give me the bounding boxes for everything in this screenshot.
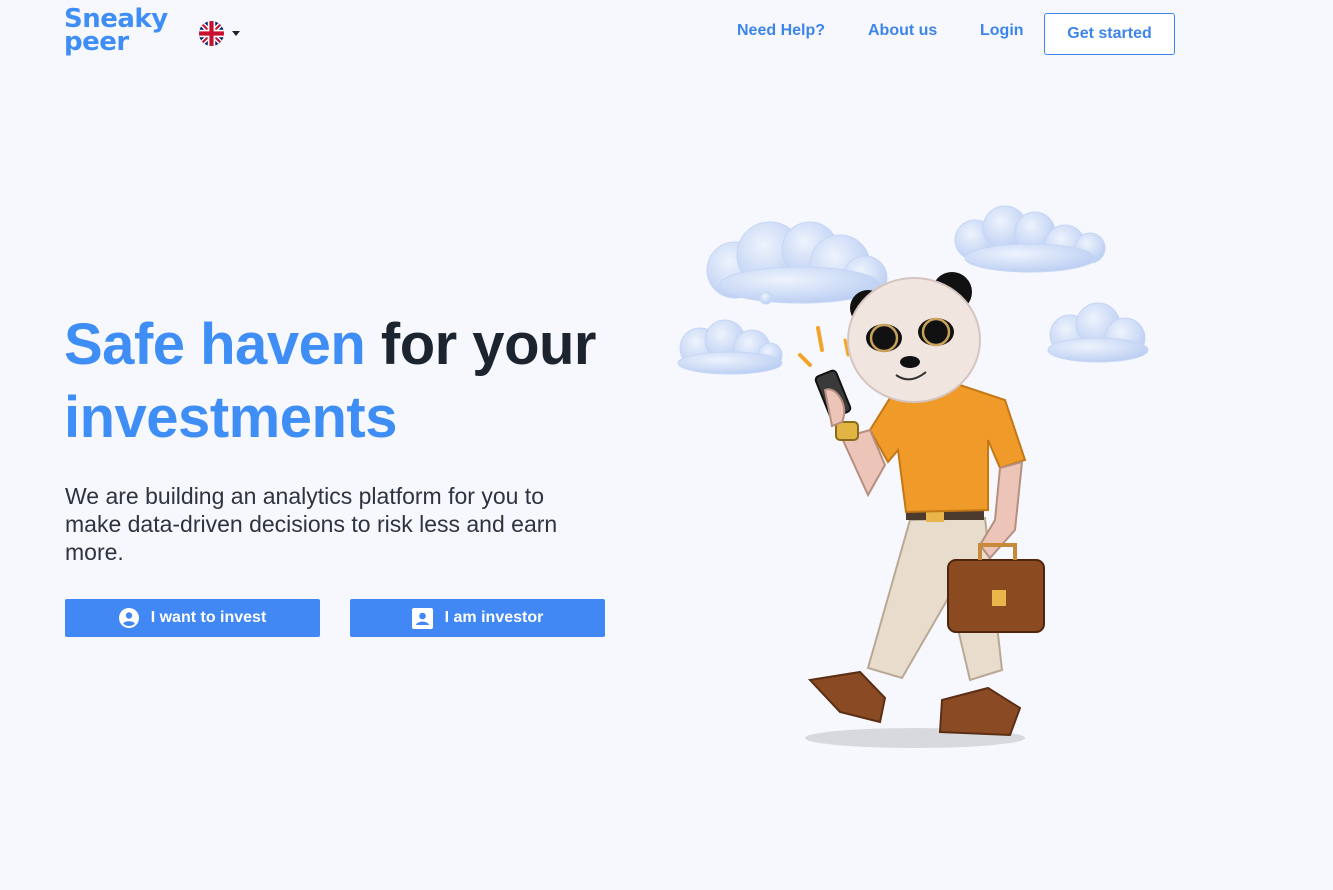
cloud-icon [706,221,888,305]
uk-flag-icon [199,20,224,46]
hero-title-rest: for your [365,312,597,377]
panda-investor-illustration [670,200,1160,760]
nav-login[interactable]: Login [980,22,1024,40]
nav-need-help[interactable]: Need Help? [737,22,825,40]
brand-logo[interactable]: Sneaky peer [64,6,168,57]
chevron-down-icon [232,30,240,36]
language-selector[interactable] [199,20,245,46]
investor-button[interactable]: I am investor [350,599,605,637]
nav-about-us[interactable]: About us [868,22,937,40]
hero-title-accent: Safe haven [64,312,366,377]
get-started-button[interactable]: Get started [1044,13,1175,55]
contact-card-icon [411,607,433,629]
invest-button-label: I want to invest [150,609,267,626]
hero-subtitle: We are building an analytics platform fo… [65,483,558,565]
hero-title-line2: investments [64,385,397,450]
invest-button[interactable]: I want to invest [65,599,320,637]
user-circle-icon [118,608,139,628]
hero-title: Safe haven for your investments [64,308,664,454]
header: Sneaky peer Need Help? About us Login Ge… [0,0,1333,70]
investor-button-label: I am investor [444,609,544,626]
brand-line-2: peer [64,27,129,57]
